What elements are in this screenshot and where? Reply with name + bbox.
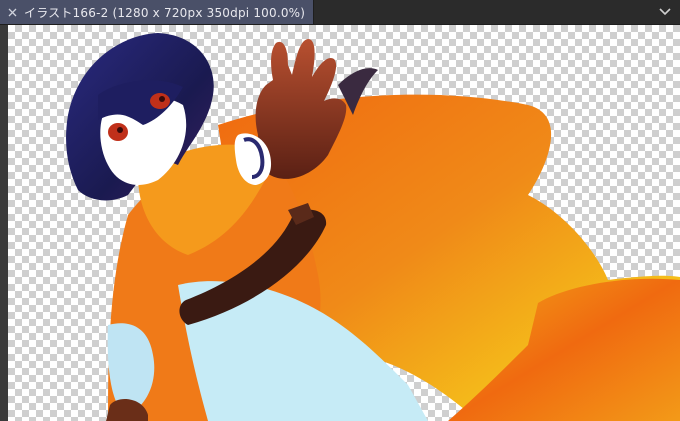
- illustration: [66, 33, 680, 421]
- close-icon[interactable]: [6, 6, 18, 18]
- document-tab-bar: イラスト166-2 (1280 x 720px 350dpi 100.0%): [0, 0, 680, 25]
- document-window: イラスト166-2 (1280 x 720px 350dpi 100.0%): [0, 0, 680, 421]
- drawing-canvas[interactable]: [8, 25, 680, 421]
- left-edge-strip: [0, 25, 8, 421]
- document-tab[interactable]: イラスト166-2 (1280 x 720px 350dpi 100.0%): [0, 0, 315, 24]
- chevron-down-icon[interactable]: [658, 5, 672, 19]
- document-tab-title: イラスト166-2 (1280 x 720px 350dpi 100.0%): [24, 5, 306, 20]
